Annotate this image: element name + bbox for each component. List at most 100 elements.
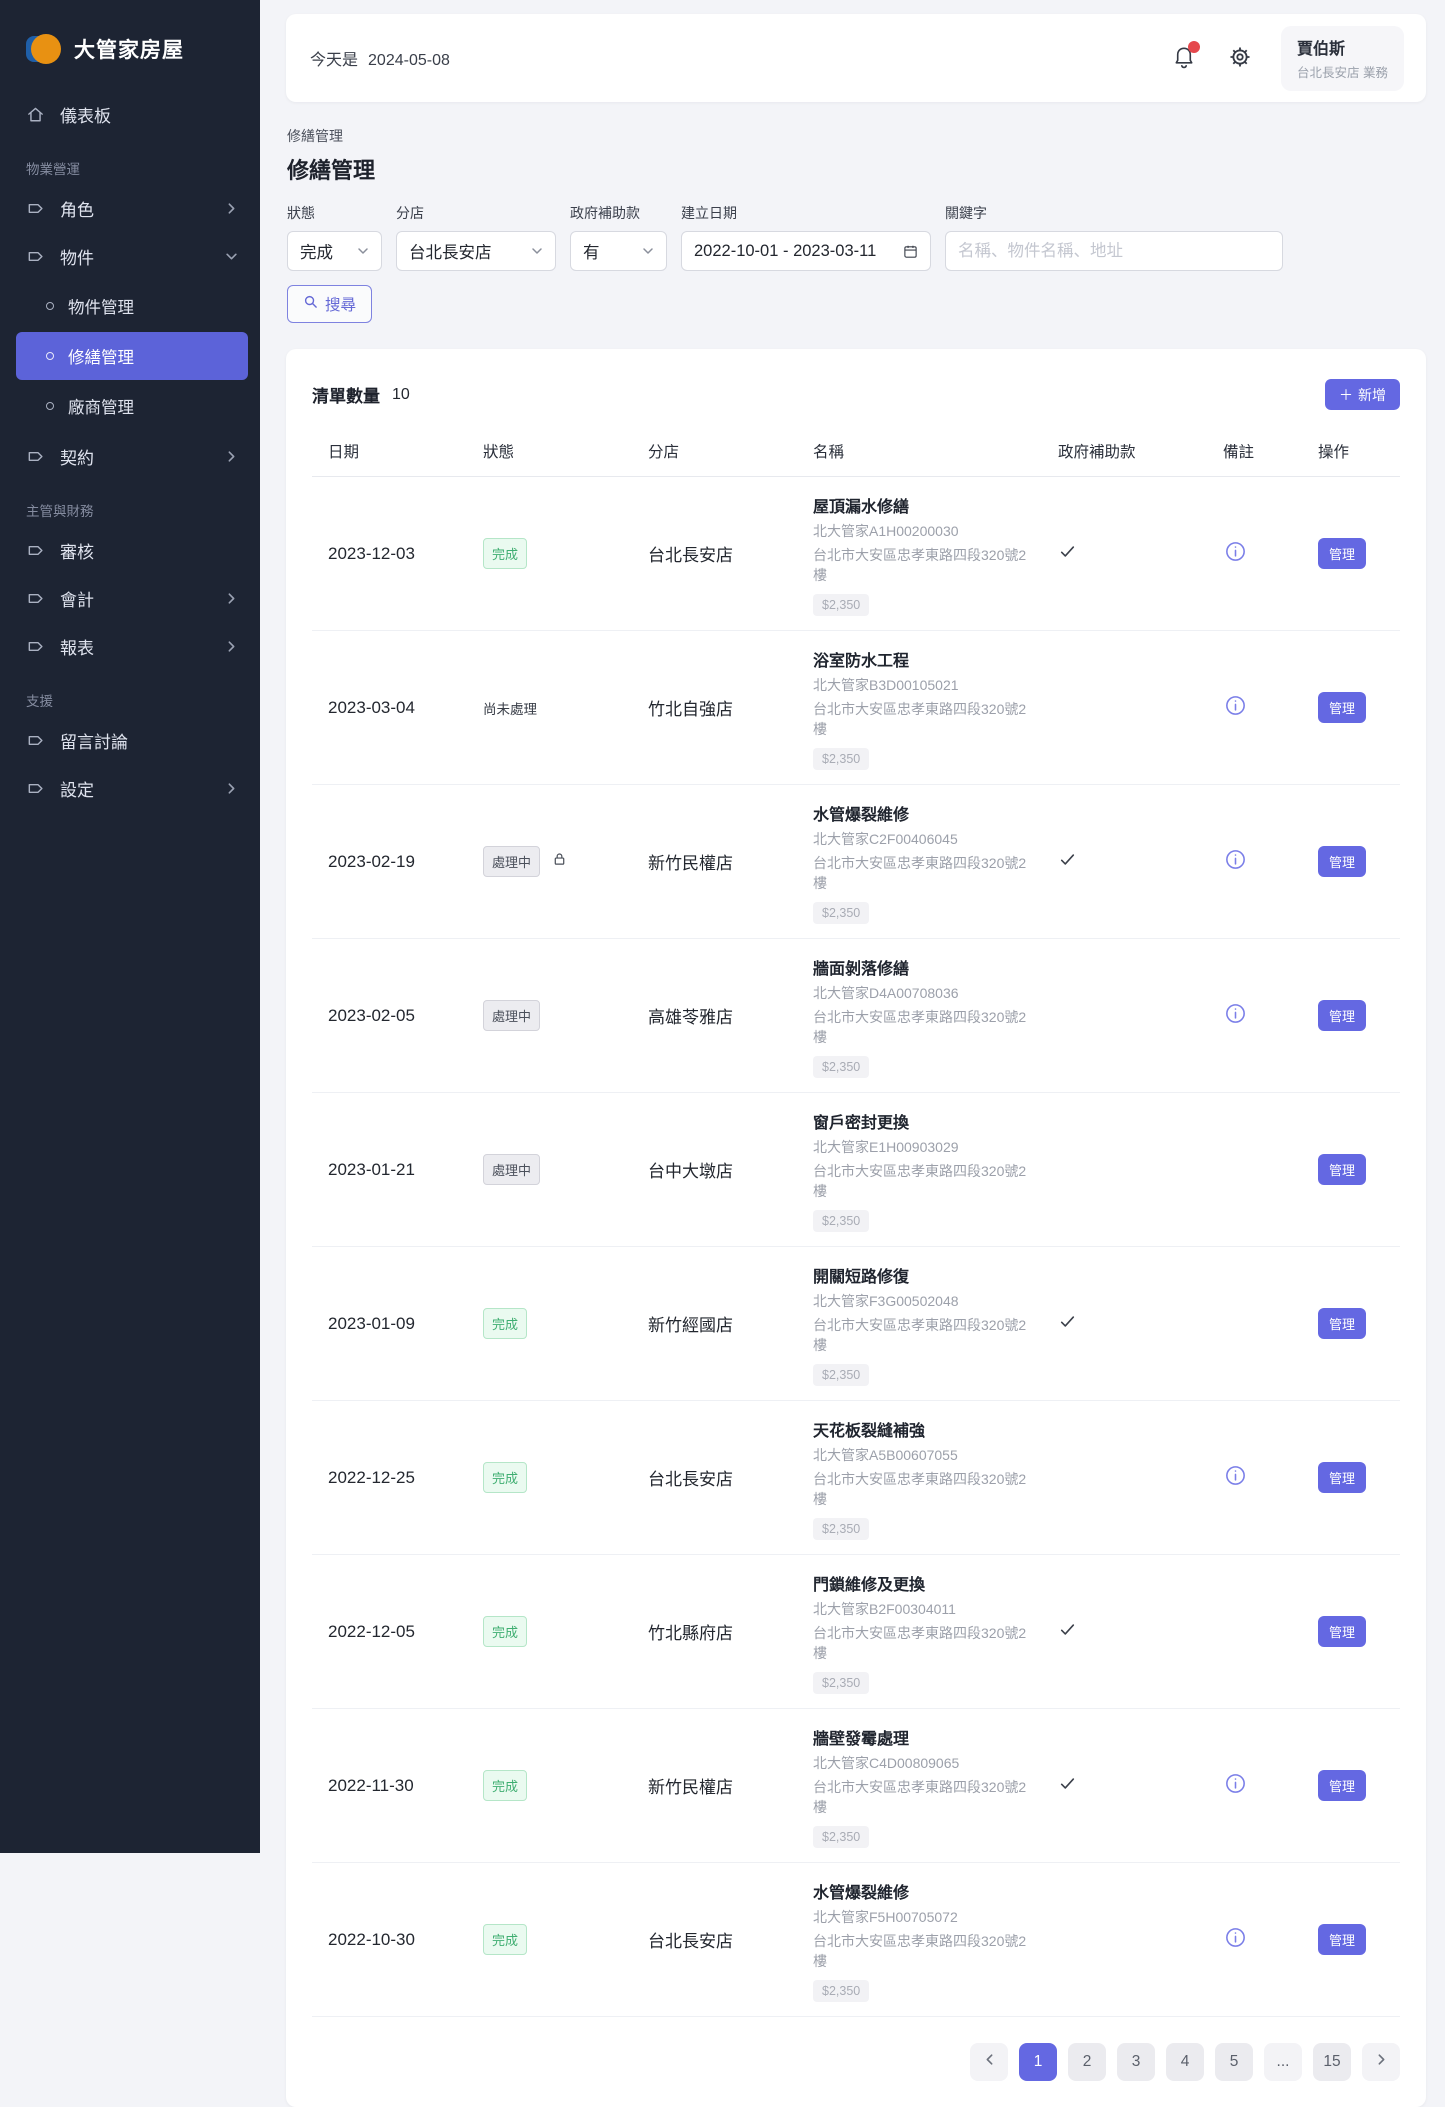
tag-icon — [26, 779, 45, 798]
user-menu[interactable]: 賈伯斯 台北長安店 業務 — [1281, 25, 1404, 91]
pagination-prev-button[interactable] — [970, 2043, 1008, 2081]
sidebar-item[interactable]: 留言討論 — [0, 716, 260, 764]
add-button[interactable]: ＋ 新增 — [1325, 379, 1400, 410]
status-select[interactable]: 完成 — [287, 231, 382, 271]
tag-icon — [26, 247, 45, 266]
note-info-icon[interactable] — [1223, 1925, 1248, 1950]
sidebar-item-label: 角色 — [60, 200, 94, 220]
manage-button[interactable]: 管理 — [1318, 1770, 1367, 1801]
manage-button[interactable]: 管理 — [1318, 692, 1367, 723]
sidebar-item[interactable]: 設定 — [0, 764, 260, 812]
tag-icon — [26, 199, 45, 218]
sidebar-item[interactable]: 角色 — [0, 184, 260, 232]
sidebar-subitem-label: 物件管理 — [68, 299, 134, 317]
keyword-filter-label: 關鍵字 — [945, 205, 987, 221]
row-branch: 竹北自強店 — [648, 700, 733, 719]
table-row: 2023-02-19 處理中 新竹民權店 水管爆裂維修 北大管家C2F00406… — [312, 785, 1400, 939]
sidebar-item[interactable]: 物件 — [0, 232, 260, 280]
manage-button[interactable]: 管理 — [1318, 538, 1367, 569]
pagination-next-button[interactable] — [1362, 2043, 1400, 2081]
pagination-page-button[interactable]: 4 — [1166, 2043, 1204, 2081]
note-info-icon[interactable] — [1223, 539, 1248, 564]
settings-button[interactable] — [1225, 42, 1255, 75]
tag-icon — [26, 637, 45, 656]
table-row: 2022-11-30 完成 新竹民權店 牆壁發霉處理 北大管家C4D008090… — [312, 1709, 1400, 1863]
note-info-icon[interactable] — [1223, 1463, 1248, 1488]
keyword-input[interactable] — [945, 231, 1283, 271]
row-branch: 台北長安店 — [648, 546, 733, 565]
row-code: 北大管家E1H00903029 — [813, 1139, 959, 1155]
chevron-left-icon — [983, 2053, 996, 2071]
sidebar-item[interactable]: 會計 — [0, 574, 260, 622]
sidebar-subitem[interactable]: 修繕管理 — [16, 332, 248, 380]
notification-badge — [1188, 41, 1201, 53]
row-branch: 新竹民權店 — [648, 854, 733, 873]
notifications-button[interactable] — [1169, 41, 1201, 75]
tag-icon — [26, 731, 45, 750]
manage-button[interactable]: 管理 — [1318, 1154, 1367, 1185]
today-date: 今天是 2024-05-08 — [310, 52, 450, 69]
subsidy-check-icon — [1058, 1623, 1077, 1643]
sidebar-item-label: 報表 — [60, 638, 94, 658]
list-count-label: 清單數量 — [312, 387, 380, 406]
status-badge: 完成 — [483, 1770, 528, 1801]
manage-button[interactable]: 管理 — [1318, 1616, 1367, 1647]
row-address: 台北市大安區忠孝東路四段320號2樓 — [813, 1779, 1027, 1815]
row-address: 台北市大安區忠孝東路四段320號2樓 — [813, 855, 1027, 891]
chevron-right-icon — [1375, 2053, 1388, 2071]
status-filter-label: 狀態 — [287, 205, 315, 221]
pagination-page-button[interactable]: 15 — [1313, 2043, 1351, 2081]
subsidy-check-icon — [1058, 853, 1077, 873]
sidebar-item[interactable]: 審核 — [0, 526, 260, 574]
pagination-page-button[interactable]: 1 — [1019, 2043, 1057, 2081]
row-name: 屋頂漏水修繕 — [813, 499, 910, 516]
app-logo-icon — [26, 32, 61, 66]
tag-icon — [26, 541, 45, 560]
note-info-icon[interactable] — [1223, 693, 1248, 718]
note-info-icon[interactable] — [1223, 1771, 1248, 1796]
sidebar-item[interactable]: 儀表板 — [0, 90, 260, 138]
pagination-page-button[interactable]: 3 — [1117, 2043, 1155, 2081]
manage-button[interactable]: 管理 — [1318, 1462, 1367, 1493]
sidebar-subitem[interactable]: 物件管理 — [16, 282, 248, 330]
row-address: 台北市大安區忠孝東路四段320號2樓 — [813, 701, 1027, 737]
row-name: 窗戶密封更換 — [813, 1115, 910, 1132]
date-range-picker[interactable]: 2022-10-01 - 2023-03-11 — [681, 231, 931, 271]
status-badge: 完成 — [483, 1616, 528, 1647]
column-header: 政府補助款 — [1058, 444, 1136, 461]
manage-button[interactable]: 管理 — [1318, 1924, 1367, 1955]
pagination-page-button[interactable]: 2 — [1068, 2043, 1106, 2081]
row-code: 北大管家D4A00708036 — [813, 985, 959, 1001]
note-info-icon[interactable] — [1223, 1001, 1248, 1026]
row-date: 2023-12-03 — [328, 543, 415, 563]
table-row: 2023-01-09 完成 新竹經國店 開關短路修復 北大管家F3G005020… — [312, 1247, 1400, 1401]
sidebar-subitem[interactable]: 廠商管理 — [16, 382, 248, 430]
manage-button[interactable]: 管理 — [1318, 1308, 1367, 1339]
table-row: 2022-10-30 完成 台北長安店 水管爆裂維修 北大管家F5H007050… — [312, 1863, 1400, 2017]
top-header-bar: 今天是 2024-05-08 賈伯斯 台北長安店 業務 — [286, 14, 1426, 102]
row-price: $2,350 — [813, 902, 870, 924]
table-header-row: 日期 狀態 分店 名稱 政府補助款 備註 操作 — [312, 440, 1400, 477]
pagination-page-button[interactable]: 5 — [1215, 2043, 1253, 2081]
subsidy-select[interactable]: 有 — [570, 231, 667, 271]
plus-icon: ＋ — [1339, 386, 1353, 403]
branch-select[interactable]: 台北長安店 — [396, 231, 556, 271]
sidebar-section-label: 支援 — [26, 694, 53, 709]
gear-icon — [1227, 44, 1253, 73]
manage-button[interactable]: 管理 — [1318, 1000, 1367, 1031]
table-row: 2023-12-03 完成 台北長安店 屋頂漏水修繕 北大管家A1H002000… — [312, 477, 1400, 631]
search-button[interactable]: 搜尋 — [287, 285, 373, 323]
row-price: $2,350 — [813, 1518, 870, 1540]
note-info-icon[interactable] — [1223, 847, 1248, 872]
row-address: 台北市大安區忠孝東路四段320號2樓 — [813, 1625, 1027, 1661]
sidebar-item[interactable]: 契約 — [0, 432, 260, 480]
row-address: 台北市大安區忠孝東路四段320號2樓 — [813, 1471, 1027, 1507]
sidebar-item[interactable]: 報表 — [0, 622, 260, 670]
main-area: 今天是 2024-05-08 賈伯斯 台北長安店 業務 修繕管理 修繕管理 狀態… — [260, 0, 1445, 2107]
manage-button[interactable]: 管理 — [1318, 846, 1367, 877]
breadcrumb: 修繕管理 — [287, 128, 343, 144]
row-name: 水管爆裂維修 — [813, 1885, 910, 1902]
column-header: 狀態 — [483, 444, 515, 461]
sidebar-item-label: 會計 — [60, 590, 94, 610]
sidebar-item-label: 審核 — [60, 542, 94, 562]
